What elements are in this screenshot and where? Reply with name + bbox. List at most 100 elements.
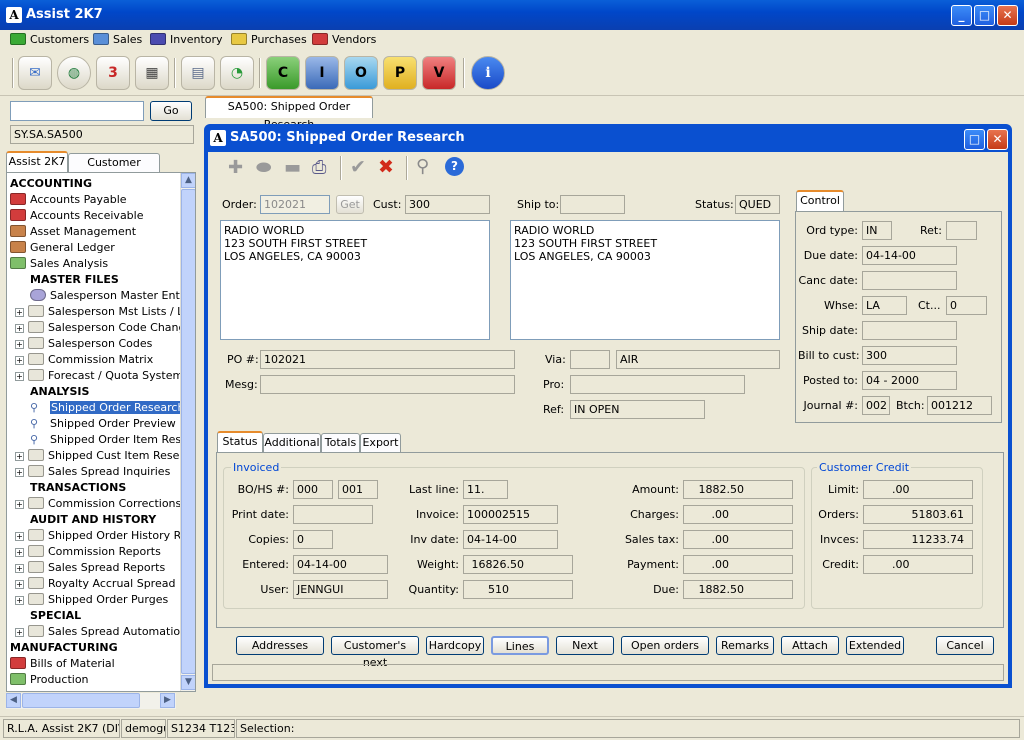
scroll-right-icon[interactable]: ▶ bbox=[160, 693, 175, 708]
credit-field[interactable]: .00 bbox=[863, 555, 973, 574]
ordtype-field[interactable]: IN bbox=[862, 221, 892, 240]
get-button[interactable]: Get bbox=[336, 195, 364, 214]
tree-heading[interactable]: MANUFACTURING bbox=[10, 640, 118, 656]
tree-heading[interactable]: ACCOUNTING bbox=[10, 176, 92, 192]
ref-field[interactable]: IN OPEN bbox=[570, 400, 705, 419]
tax-field[interactable]: .00 bbox=[683, 530, 793, 549]
tree-vscrollbar[interactable]: ▲ ▼ bbox=[180, 173, 195, 691]
status-field[interactable]: QUED bbox=[735, 195, 780, 214]
tree-item[interactable]: General Ledger bbox=[10, 240, 115, 256]
window-close-button[interactable]: ✕ bbox=[987, 129, 1008, 150]
search-icon[interactable]: ⚲ bbox=[416, 156, 429, 177]
btch-field[interactable]: 001212 bbox=[927, 396, 992, 415]
tree-item[interactable]: + Salesperson Code Change/ bbox=[15, 320, 180, 336]
qty-field[interactable]: 510 bbox=[463, 580, 573, 599]
tab-status[interactable]: Status bbox=[217, 431, 263, 453]
pro-field[interactable] bbox=[570, 375, 745, 394]
bill-address-box[interactable]: RADIO WORLD 123 SOUTH FIRST STREET LOS A… bbox=[220, 220, 490, 340]
edit-icon[interactable]: ⬬ bbox=[256, 157, 271, 178]
user-field[interactable]: JENNGUI bbox=[293, 580, 388, 599]
tree-item[interactable]: + Sales Spread Inquiries bbox=[15, 464, 170, 480]
customers-next-button[interactable]: Customer's next bbox=[331, 636, 419, 669]
tree-item[interactable]: + Commission Matrix bbox=[15, 352, 153, 368]
report-icon[interactable]: ▤ bbox=[181, 56, 215, 90]
lastline-field[interactable]: 11. bbox=[463, 480, 508, 499]
expand-icon[interactable]: + bbox=[15, 532, 24, 541]
info-icon[interactable]: i bbox=[471, 56, 505, 90]
tree-heading[interactable]: DISTRIBUTION bbox=[10, 688, 99, 691]
entered-field[interactable]: 04-14-00 bbox=[293, 555, 388, 574]
po-field[interactable]: 102021 bbox=[260, 350, 515, 369]
window-maximize-button[interactable]: □ bbox=[964, 129, 985, 150]
tab-export[interactable]: Export bbox=[360, 433, 401, 453]
p-icon[interactable]: P bbox=[383, 56, 417, 90]
next-button[interactable]: Next bbox=[556, 636, 614, 655]
tab-additional[interactable]: Additional bbox=[263, 433, 321, 453]
copies-field[interactable]: 0 bbox=[293, 530, 333, 549]
shipto-field[interactable] bbox=[560, 195, 625, 214]
calculator-icon[interactable]: ▦ bbox=[135, 56, 169, 90]
shipdate-field[interactable] bbox=[862, 321, 957, 340]
scroll-thumb[interactable] bbox=[181, 189, 195, 674]
cancel-icon[interactable]: ✖ bbox=[378, 156, 394, 178]
tab-assist-2k7[interactable]: Assist 2K7 bbox=[6, 151, 68, 173]
menu-vendors[interactable]: Vendors bbox=[312, 33, 376, 46]
tree-item[interactable]: + Commission Reports bbox=[15, 544, 161, 560]
tree-item[interactable]: ⚲ Shipped Order Preview bbox=[30, 416, 176, 432]
tree-item[interactable]: + Salesperson Mst Lists / Lab bbox=[15, 304, 180, 320]
search-input[interactable] bbox=[10, 101, 144, 121]
tree-item[interactable]: + Sales Spread Reports bbox=[15, 560, 165, 576]
tree-item[interactable]: + Royalty Accrual Spread Re bbox=[15, 576, 180, 592]
tree-item[interactable]: ⚲ Shipped Order Item Resear bbox=[30, 432, 180, 448]
tree-item[interactable]: Asset Management bbox=[10, 224, 136, 240]
scroll-up-icon[interactable]: ▲ bbox=[181, 173, 195, 188]
minimize-button[interactable]: _ bbox=[951, 5, 972, 26]
tree-item[interactable]: + Commission Corrections bbox=[15, 496, 180, 512]
tree-item[interactable]: Salesperson Master Entry bbox=[30, 288, 180, 304]
menu-sales[interactable]: Sales bbox=[93, 33, 142, 46]
go-button[interactable]: Go bbox=[150, 101, 192, 121]
expand-icon[interactable]: + bbox=[15, 596, 24, 605]
tab-customer-service[interactable]: Customer Service bbox=[68, 153, 160, 187]
expand-icon[interactable]: + bbox=[15, 564, 24, 573]
bo-field[interactable]: 000 bbox=[293, 480, 333, 499]
addresses-button[interactable]: Addresses bbox=[236, 636, 324, 655]
help-icon[interactable]: ? bbox=[445, 157, 464, 176]
expand-icon[interactable]: + bbox=[15, 548, 24, 557]
mail-icon[interactable]: ✉ bbox=[18, 56, 52, 90]
cancel-button[interactable]: Cancel bbox=[936, 636, 994, 655]
ret-field[interactable] bbox=[946, 221, 977, 240]
invdate-field[interactable]: 04-14-00 bbox=[463, 530, 558, 549]
orders-field[interactable]: 51803.61 bbox=[863, 505, 973, 524]
scroll-down-icon[interactable]: ▼ bbox=[181, 675, 195, 690]
extended-button[interactable]: Extended bbox=[846, 636, 904, 655]
lines-button[interactable]: Lines bbox=[491, 636, 549, 655]
v-icon[interactable]: V bbox=[422, 56, 456, 90]
doc-tab-sa500[interactable]: SA500: Shipped Order Research bbox=[205, 96, 373, 131]
due-amount-field[interactable]: 1882.50 bbox=[683, 580, 793, 599]
tree-item[interactable]: + Shipped Order Purges bbox=[15, 592, 168, 608]
close-button[interactable]: ✕ bbox=[997, 5, 1018, 26]
accept-icon[interactable]: ✔ bbox=[350, 156, 366, 178]
hs-field[interactable]: 001 bbox=[338, 480, 378, 499]
maximize-button[interactable]: □ bbox=[974, 5, 995, 26]
menu-customers[interactable]: Customers bbox=[10, 33, 89, 46]
tree-item[interactable]: ⚲ Shipped Order Research bbox=[30, 400, 180, 416]
expand-icon[interactable]: + bbox=[15, 356, 24, 365]
scroll-left-icon[interactable]: ◀ bbox=[6, 693, 21, 708]
tree-item[interactable]: Accounts Receivable bbox=[10, 208, 144, 224]
menu-inventory[interactable]: Inventory bbox=[150, 33, 223, 46]
expand-icon[interactable]: + bbox=[15, 628, 24, 637]
tab-totals[interactable]: Totals bbox=[321, 433, 360, 453]
cust-field[interactable]: 300 bbox=[405, 195, 490, 214]
calendar-icon[interactable]: 3 bbox=[96, 56, 130, 90]
expand-icon[interactable]: + bbox=[15, 500, 24, 509]
o-icon[interactable]: O bbox=[344, 56, 378, 90]
charges-field[interactable]: .00 bbox=[683, 505, 793, 524]
tab-control[interactable]: Control bbox=[796, 190, 844, 212]
mesg-field[interactable] bbox=[260, 375, 515, 394]
ship-address-box[interactable]: RADIO WORLD 123 SOUTH FIRST STREET LOS A… bbox=[510, 220, 780, 340]
tree-item[interactable]: Production bbox=[10, 672, 89, 688]
invces-field[interactable]: 11233.74 bbox=[863, 530, 973, 549]
tree-item[interactable]: + Shipped Order History Rep bbox=[15, 528, 180, 544]
